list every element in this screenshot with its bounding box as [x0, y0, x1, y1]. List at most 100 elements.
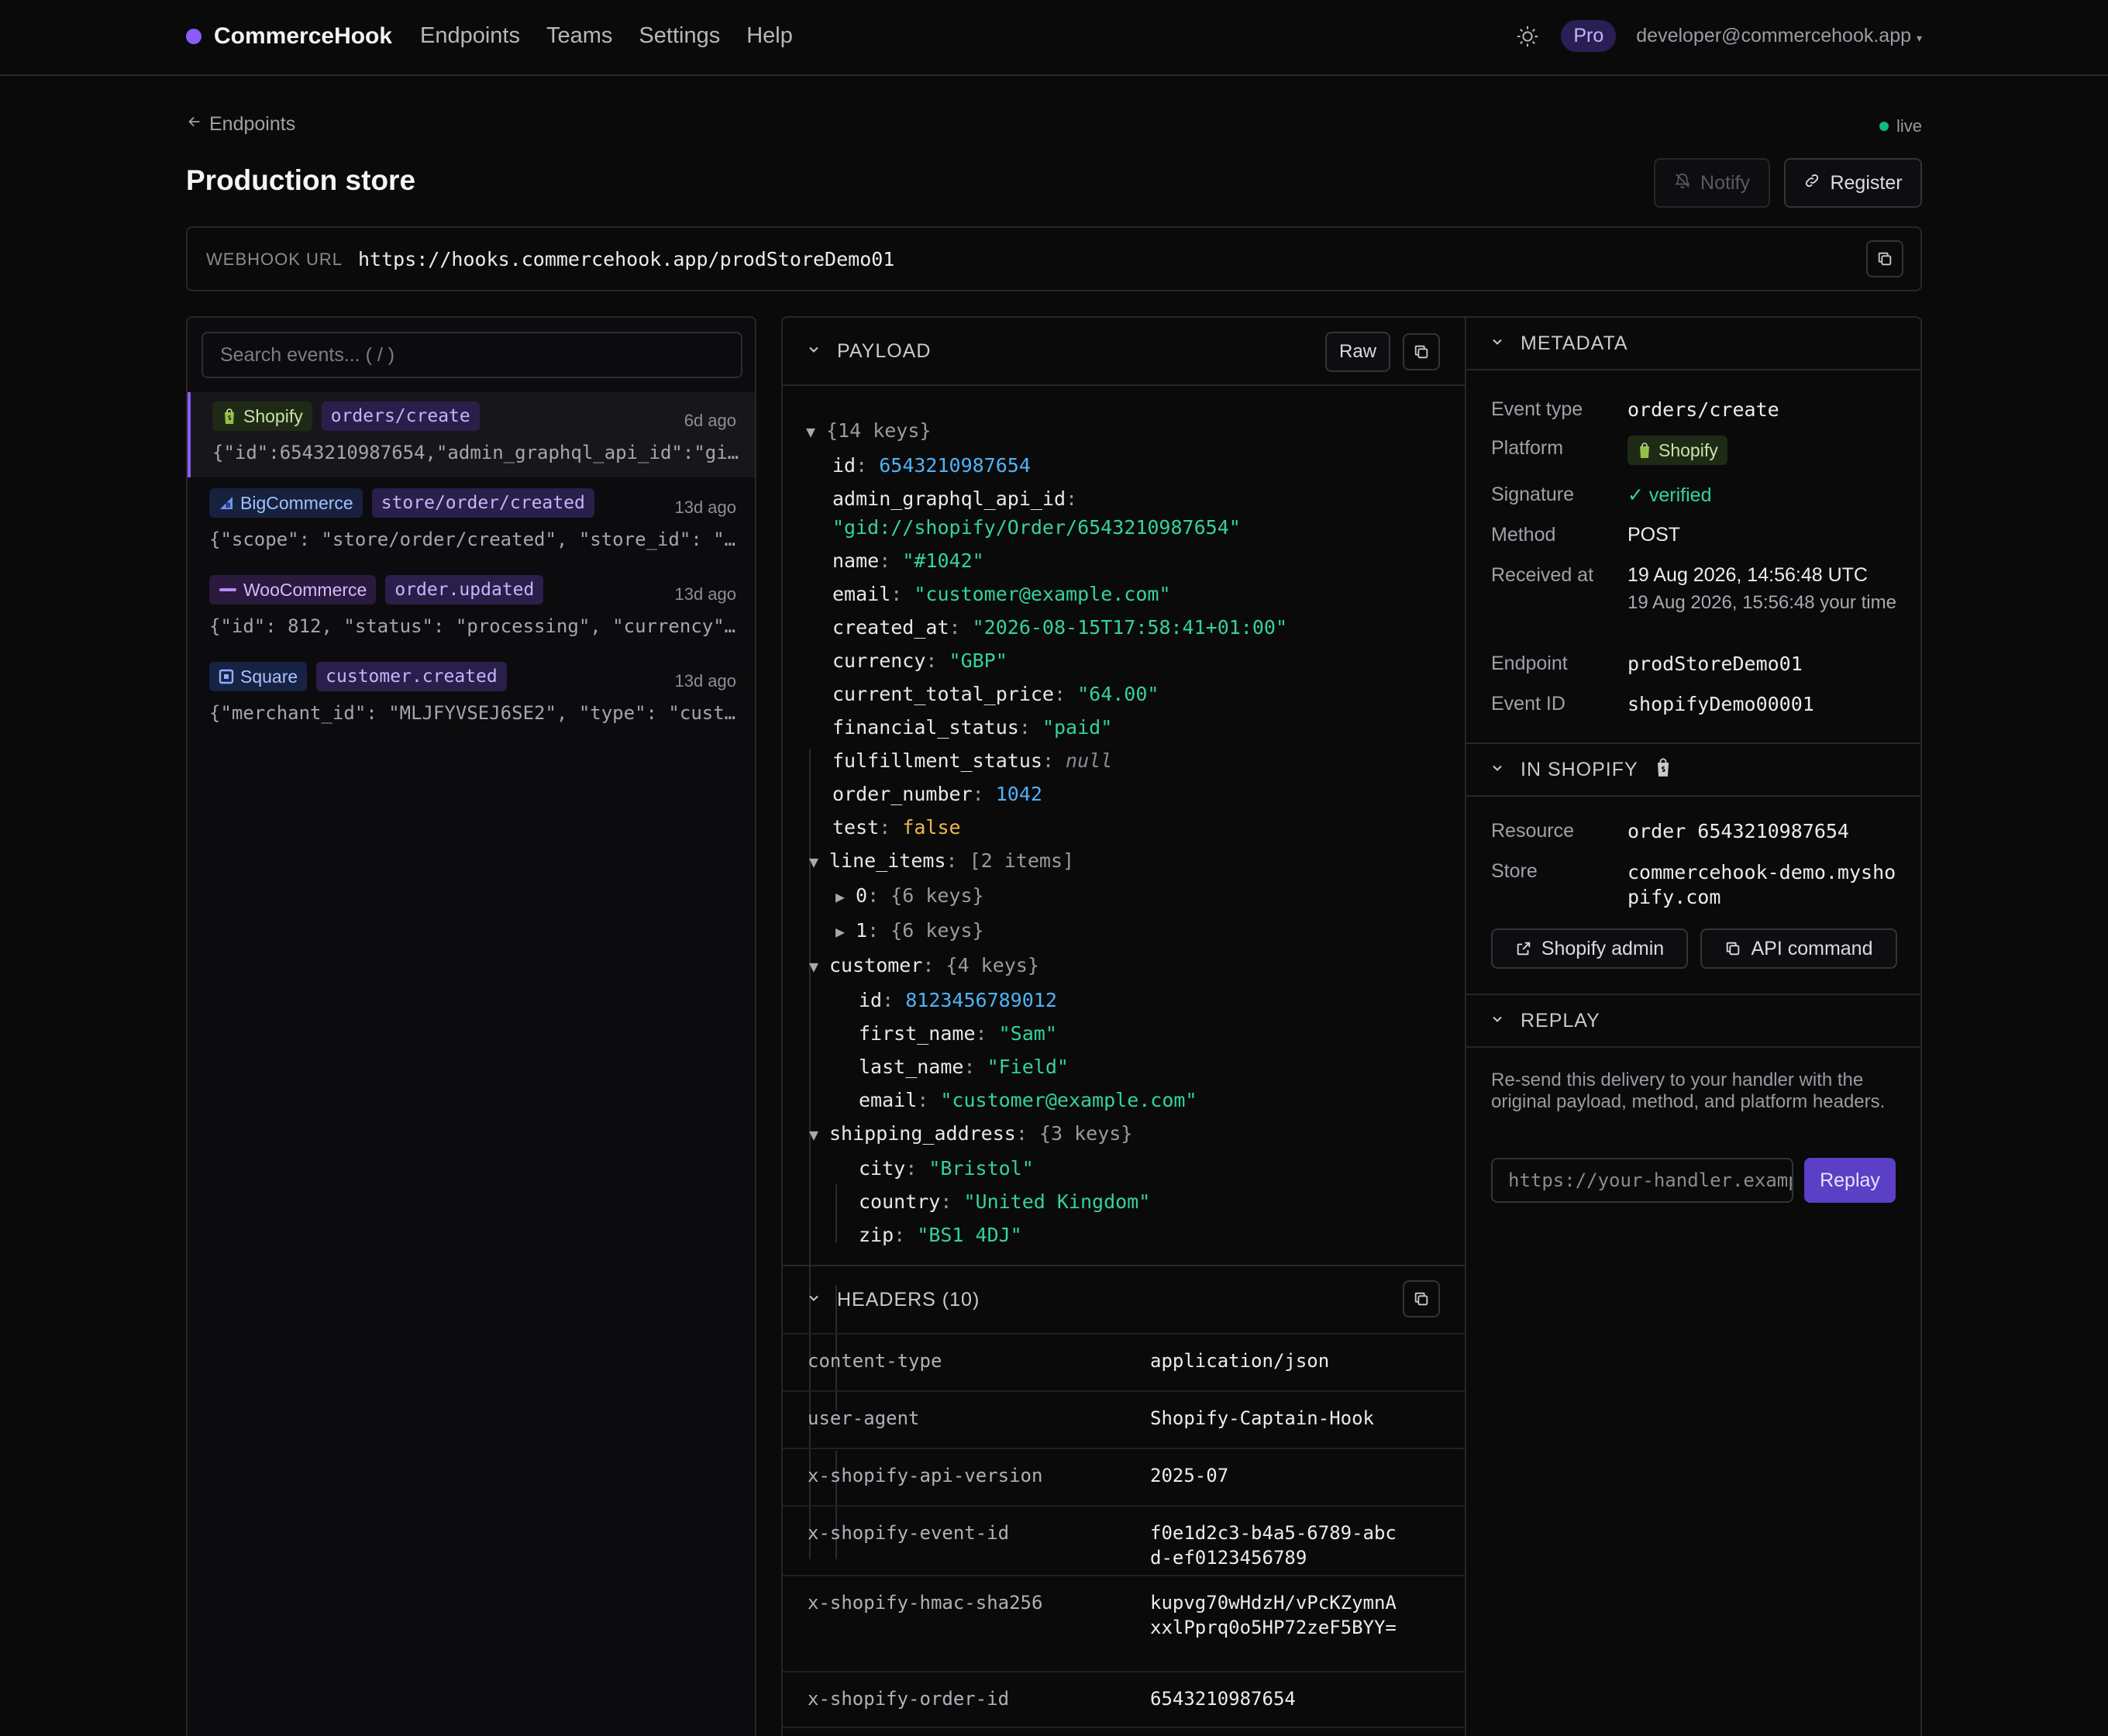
- node-summary: {6 keys}: [890, 884, 984, 907]
- header-row: x-shopify-hmac-sha256 kupvg70wHdzH/vPcKZ…: [783, 1575, 1465, 1671]
- headers-section-header[interactable]: HEADERS (10): [783, 1265, 1465, 1333]
- tree-leaf: name: "#1042": [832, 549, 984, 572]
- tree-leaf: fulfillment_status: null: [832, 749, 1113, 772]
- event-item[interactable]: Square customer.created 13d ago {"mercha…: [188, 653, 755, 738]
- event-item[interactable]: Shopify orders/create 6d ago {"id":65432…: [188, 392, 755, 477]
- value: "customer@example.com": [940, 1089, 1197, 1111]
- platform-chip: WooCommerce: [209, 575, 377, 604]
- shopify-icon: [1640, 443, 1649, 458]
- event-preview: {"scope": "store/order/created", "store_…: [209, 529, 736, 550]
- caret-right-icon: ▶: [835, 887, 846, 906]
- value: null: [1066, 749, 1113, 772]
- caret-down-icon: ▼: [809, 1125, 819, 1144]
- nav-right: Pro developer@commercehook.app ▾: [1514, 20, 1922, 52]
- replay-section-header[interactable]: REPLAY: [1466, 995, 1920, 1048]
- node-summary: {14 keys}: [826, 419, 932, 442]
- sun-icon[interactable]: [1514, 23, 1541, 50]
- metadata-section-header[interactable]: METADATA: [1466, 318, 1920, 370]
- value: "GBP": [949, 649, 1008, 672]
- payload-title: PAYLOAD: [837, 339, 932, 362]
- copy-headers-button[interactable]: [1403, 1280, 1440, 1318]
- signature-status: ✓ verified: [1628, 484, 1712, 506]
- headers-title: HEADERS (10): [837, 1288, 980, 1311]
- raw-button[interactable]: Raw: [1325, 332, 1390, 372]
- value: false: [902, 816, 961, 839]
- nav-link-settings[interactable]: Settings: [639, 23, 720, 49]
- node-summary: [2 items]: [969, 849, 1075, 872]
- tree-node-line-item[interactable]: ▶ 0: {6 keys}: [806, 879, 1287, 914]
- caret-right-icon: ▶: [835, 922, 846, 941]
- event-item[interactable]: B BigCommerce store/order/created 13d ag…: [188, 479, 755, 564]
- replay-button[interactable]: Replay: [1804, 1158, 1896, 1203]
- nav-link-help[interactable]: Help: [746, 23, 793, 49]
- node-summary: {3 keys}: [1038, 1122, 1133, 1145]
- brand-logo-icon: [186, 29, 202, 44]
- header-value: f0e1d2c3-b4a5-6789-abcd-ef0123456789: [1150, 1522, 1397, 1569]
- api-command-button[interactable]: API command: [1700, 928, 1897, 969]
- meta-value-local: 19 Aug 2026, 15:56:48 your time: [1628, 592, 1896, 613]
- replay-url-input[interactable]: https://your-handler.example.com/webhook: [1491, 1158, 1793, 1203]
- copy-icon: [1727, 942, 1740, 956]
- chevron-down-icon: [1490, 1010, 1505, 1032]
- tree-leaf: test: false: [832, 816, 961, 839]
- meta-label: Event type: [1491, 398, 1583, 420]
- header-row: user-agent Shopify-Captain-Hook: [783, 1390, 1465, 1448]
- copy-webhook-url-button[interactable]: [1866, 240, 1903, 277]
- platform-chip: Shopify: [1628, 436, 1727, 465]
- events-panel: Search events... ( / ) Shopify orders/cr…: [186, 316, 756, 1736]
- platform-name: Shopify: [1658, 439, 1718, 460]
- register-button[interactable]: Register: [1784, 158, 1922, 208]
- live-dot-icon: [1879, 122, 1889, 131]
- tree-leaf: last_name: "Field": [859, 1056, 1069, 1078]
- event-time: 13d ago: [674, 498, 736, 517]
- in-shopify-section-header[interactable]: IN SHOPIFY: [1466, 744, 1920, 797]
- platform-chip: B BigCommerce: [209, 488, 363, 518]
- meta-label: Platform: [1491, 437, 1564, 459]
- topic-chip: orders/create: [321, 401, 480, 431]
- user-email: developer@commercehook.app: [1636, 25, 1912, 46]
- tree-node-line-item[interactable]: ▶ 1: {6 keys}: [806, 914, 1287, 949]
- plan-badge: Pro: [1561, 20, 1617, 52]
- metadata-title: METADATA: [1521, 332, 1628, 354]
- replay-title: REPLAY: [1521, 1009, 1600, 1032]
- register-label: Register: [1830, 171, 1903, 194]
- notify-label: Notify: [1700, 171, 1750, 194]
- value: "Field": [987, 1056, 1069, 1078]
- platform-name: BigCommerce: [240, 492, 353, 513]
- shopify-admin-button[interactable]: Shopify admin: [1491, 928, 1688, 969]
- bigcommerce-icon: B: [220, 497, 232, 510]
- back-link-label: Endpoints: [209, 113, 296, 135]
- nav-link-endpoints[interactable]: Endpoints: [420, 23, 520, 49]
- value: "customer@example.com": [914, 583, 1171, 605]
- copy-payload-button[interactable]: [1403, 333, 1440, 370]
- header-row: x-shopify-order-id 6543210987654: [783, 1671, 1465, 1728]
- live-status: live: [1879, 116, 1922, 136]
- copy-icon: [1414, 345, 1428, 359]
- event-item[interactable]: WooCommerce order.updated 13d ago {"id":…: [188, 566, 755, 651]
- replay-description: Re-send this delivery to your handler wi…: [1491, 1070, 1886, 1112]
- meta-value: prodStoreDemo01: [1628, 653, 1803, 675]
- tree-leaf: id: 8123456789012: [859, 989, 1057, 1011]
- tree-leaf: currency: "GBP": [832, 649, 1008, 672]
- meta-value: Shopify: [1628, 436, 1727, 465]
- in-shopify-title: IN SHOPIFY: [1521, 758, 1638, 780]
- search-input[interactable]: Search events... ( / ): [202, 332, 742, 378]
- tree-node-line-items[interactable]: ▼ line_items: [2 items]: [806, 844, 1287, 879]
- tree-node-customer[interactable]: ▼ customer: {4 keys}: [806, 949, 1287, 983]
- tree-node-shipping-address[interactable]: ▼ shipping_address: {3 keys}: [806, 1117, 1287, 1152]
- tree-node-root[interactable]: ▼ {14 keys}: [806, 414, 1287, 449]
- back-link[interactable]: Endpoints: [186, 113, 295, 136]
- meta-label: Event ID: [1491, 693, 1566, 715]
- value: "Bristol": [928, 1157, 1034, 1180]
- nav-link-teams[interactable]: Teams: [546, 23, 612, 49]
- tree-leaf: id: 6543210987654: [832, 454, 1031, 477]
- meta-value: orders/create: [1628, 398, 1779, 421]
- user-menu[interactable]: developer@commercehook.app ▾: [1636, 25, 1922, 47]
- header-key: x-shopify-order-id: [808, 1688, 1010, 1710]
- notify-button[interactable]: Notify: [1654, 158, 1770, 208]
- topic-chip: store/order/created: [371, 488, 594, 518]
- event-time: 13d ago: [674, 584, 736, 604]
- webhook-url[interactable]: https://hooks.commercehook.app/prodStore…: [358, 248, 894, 270]
- header-key: x-shopify-api-version: [808, 1465, 1043, 1486]
- brand[interactable]: CommerceHook: [186, 23, 392, 50]
